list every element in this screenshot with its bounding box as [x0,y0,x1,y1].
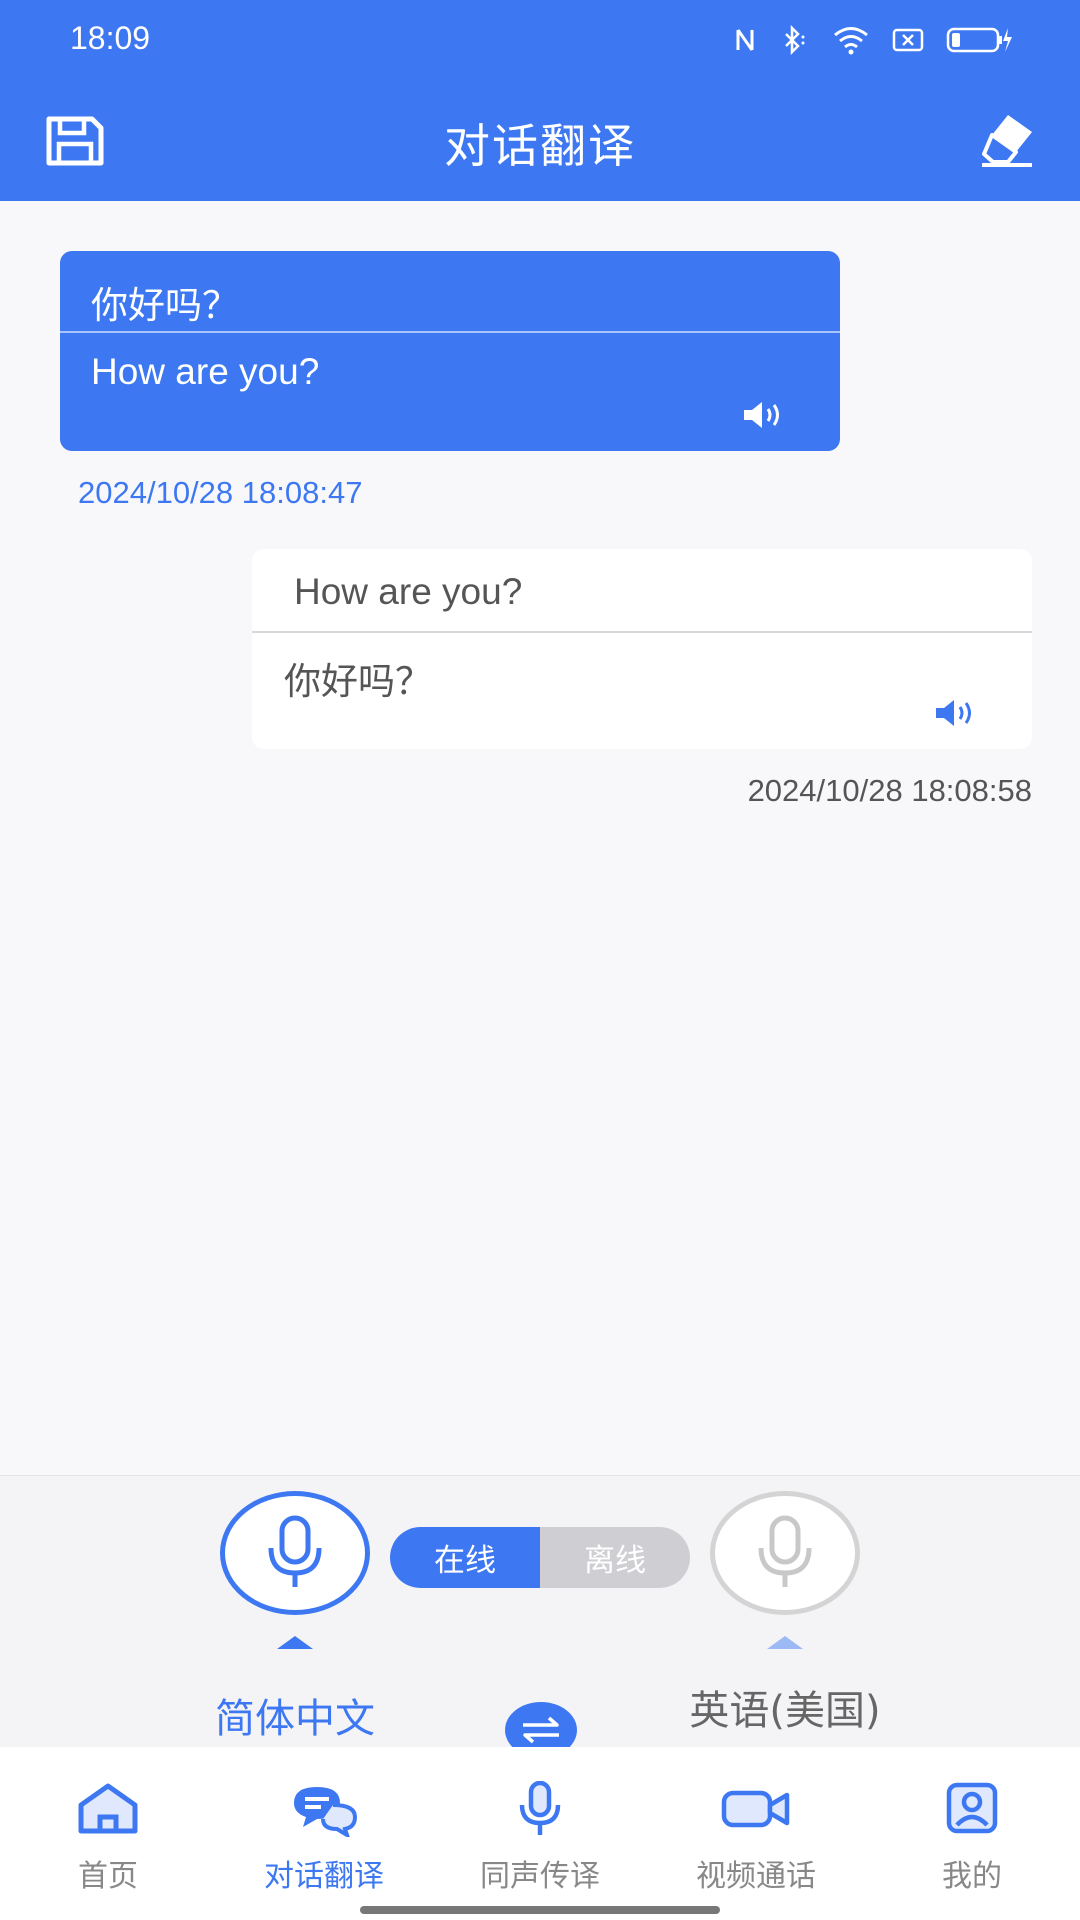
message-timestamp: 2024/10/28 18:08:47 [78,475,363,510]
home-indicator[interactable] [360,1906,720,1914]
battery-icon [946,27,1012,53]
clear-button[interactable] [978,112,1036,168]
nav-item-label: 对话翻译 [264,1859,384,1894]
nav-item-profile[interactable]: 我的 [864,1747,1080,1920]
eraser-icon [982,115,1032,167]
message-translation-text: 你好吗？ [284,660,432,703]
speaker-icon [744,402,779,428]
status-icons [734,22,1012,58]
nav-item-label: 我的 [942,1859,1002,1894]
nav-item-label: 首页 [78,1859,138,1894]
message-bubble-right: How are you? 你好吗？ [252,549,1032,749]
language-picker-caret-left [277,1636,313,1649]
status-time: 18:09 [70,20,151,56]
message-source-text: How are you? [252,549,1032,633]
nav-item-home[interactable]: 首页 [0,1747,216,1920]
mic-icon [268,1515,322,1587]
mic-button-left[interactable] [220,1491,370,1615]
online-offline-toggle[interactable]: 在线 离线 [390,1527,690,1588]
source-language-selector[interactable]: 简体中文 [180,1686,410,1744]
nav-item-simultaneous-interpretation[interactable]: 同声传译 [432,1747,648,1920]
nav-item-label: 同声传译 [480,1859,600,1894]
page-title: 对话翻译 [444,119,636,173]
message-timestamp: 2024/10/28 18:08:58 [747,773,1032,808]
online-option[interactable]: 在线 [390,1527,540,1588]
message-bubble-left: 你好吗？ How are you? [60,251,840,451]
nfc-icon [736,29,754,51]
mic-icon [519,1781,561,1835]
chat-icon [294,1787,358,1837]
play-audio-button[interactable] [934,697,978,729]
bottom-nav: 首页 对话翻译 同声传译 视频通话 我的 [0,1747,1080,1920]
speaker-icon [936,700,971,726]
swap-icon [523,1716,559,1744]
profile-icon [946,1782,998,1834]
nav-item-dialogue-translate[interactable]: 对话翻译 [216,1747,432,1920]
nav-item-label: 视频通话 [696,1859,816,1894]
voice-control-panel: 在线 离线 简体中文 英语(美国) [0,1475,1080,1758]
home-icon [78,1783,138,1834]
message-translation-text: How are you? [91,351,320,392]
target-language-selector[interactable]: 英语(美国) [660,1678,910,1736]
offline-option[interactable]: 离线 [540,1527,690,1588]
play-audio-button[interactable] [742,399,786,431]
wifi-icon [834,27,868,55]
video-icon [721,1790,790,1828]
bluetooth-icon [785,25,805,55]
language-picker-caret-right [767,1636,803,1649]
nav-item-video-call[interactable]: 视频通话 [648,1747,864,1920]
app-header: 18:09 对话翻译 [0,0,1080,201]
mic-button-right[interactable] [710,1491,860,1615]
sim-x-icon [892,28,924,52]
mic-icon [758,1515,812,1587]
message-source-text: 你好吗？ [60,251,840,333]
